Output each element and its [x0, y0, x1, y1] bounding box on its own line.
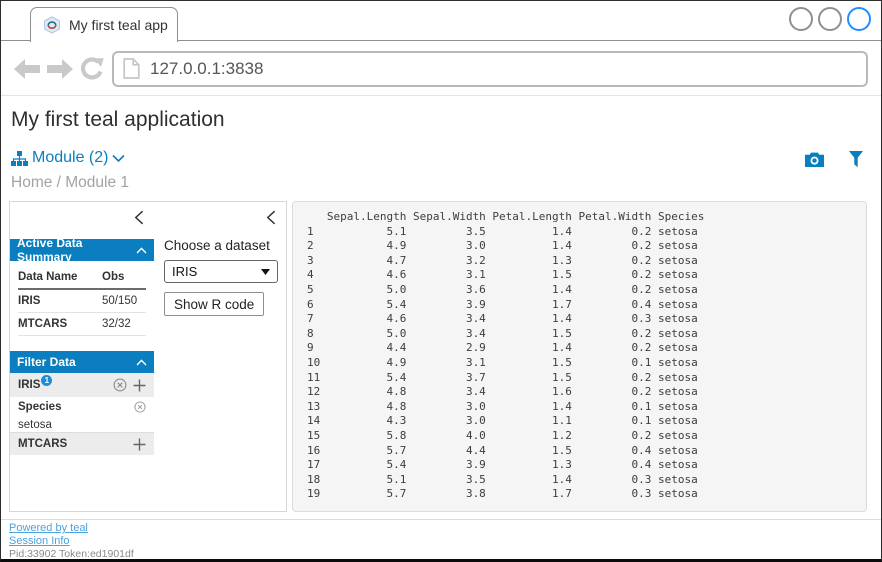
window-control-3[interactable]	[847, 7, 871, 31]
collapse-left-panel-icon[interactable]	[134, 210, 144, 225]
back-icon[interactable]	[14, 59, 40, 79]
chevron-up-icon	[136, 247, 147, 254]
filter-funnel-icon[interactable]	[849, 151, 863, 168]
browser-tab[interactable]: My first teal app	[30, 7, 178, 42]
iris-output: Sepal.Length Sepal.Width Petal.Length Pe…	[307, 210, 866, 502]
tab-title: My first teal app	[69, 17, 168, 33]
footer-divider	[1, 519, 881, 520]
teal-logo-icon	[43, 16, 61, 34]
filter-value-label: setosa	[18, 419, 146, 431]
url-bar[interactable]: 127.0.0.1:3838	[112, 51, 868, 87]
module-encoding-panel: Choose a dataset IRIS Show R code	[154, 201, 287, 512]
active-data-summary-header[interactable]: Active Data Summary	[10, 239, 154, 261]
window-control-2[interactable]	[818, 7, 842, 31]
forward-icon[interactable]	[47, 59, 73, 79]
summary-row-mtcars: MTCARS 32/32	[18, 313, 146, 336]
remove-filter-icon[interactable]	[134, 401, 146, 413]
session-pid-token: Pid:33902 Token:ed1901df	[9, 548, 134, 560]
dataset-select-label: Choose a dataset	[164, 238, 270, 253]
filter-dataset-mtcars-label: MTCARS	[18, 438, 67, 450]
show-r-code-button[interactable]: Show R code	[164, 292, 264, 316]
refresh-icon[interactable]	[80, 57, 105, 81]
modules-icon	[11, 151, 28, 166]
chevron-down-icon	[112, 154, 125, 163]
filter-card-species: Species setosa	[10, 397, 154, 433]
breadcrumb: Home / Module 1	[11, 174, 129, 192]
add-filter-icon[interactable]	[133, 379, 146, 392]
module-dropdown[interactable]: Module (2)	[11, 149, 125, 167]
filter-dataset-iris-row: IRIS1	[10, 373, 154, 397]
browser-toolbar: 127.0.0.1:3838	[1, 42, 881, 96]
url-text: 127.0.0.1:3838	[150, 59, 263, 79]
add-filter-icon[interactable]	[133, 438, 146, 451]
dataset-selected-value: IRIS	[172, 264, 197, 279]
page-icon	[123, 58, 140, 79]
summary-row-iris: IRIS 50/150	[18, 290, 146, 313]
footer: Powered by teal Session Info Pid:33902 T…	[9, 522, 134, 560]
filter-dataset-iris-label: IRIS	[18, 379, 40, 391]
filter-sidebar-panel: Active Data Summary Data Name Obs IRIS 5…	[9, 201, 155, 512]
module-label: Module (2)	[32, 149, 108, 167]
select-caret-icon	[261, 269, 270, 275]
module-output-panel: Sepal.Length Sepal.Width Petal.Length Pe…	[292, 201, 867, 512]
powered-by-teal-link[interactable]: Powered by teal	[9, 522, 134, 534]
snapshot-camera-icon[interactable]	[805, 152, 824, 167]
dataset-select[interactable]: IRIS	[164, 260, 278, 283]
active-data-summary-title: Active Data Summary	[17, 236, 136, 264]
filter-data-title: Filter Data	[17, 355, 76, 369]
window-control-1[interactable]	[789, 7, 813, 31]
filter-variable-label: Species	[18, 401, 61, 413]
filter-dataset-mtcars-row: MTCARS	[10, 433, 154, 455]
collapse-encoding-panel-icon[interactable]	[266, 210, 276, 225]
filter-data-header[interactable]: Filter Data	[10, 351, 154, 373]
data-summary-table: Data Name Obs IRIS 50/150 MTCARS 32/32	[18, 266, 146, 336]
session-info-link[interactable]: Session Info	[9, 535, 134, 547]
filter-count-badge: 1	[41, 375, 52, 386]
browser-window: My first teal app 127.0.0.1:	[0, 0, 882, 562]
summary-col-obs: Obs	[102, 271, 146, 283]
remove-filters-icon[interactable]	[113, 378, 127, 392]
page-title: My first teal application	[11, 108, 225, 132]
summary-col-data-name: Data Name	[18, 271, 102, 283]
chevron-up-icon	[136, 359, 147, 366]
